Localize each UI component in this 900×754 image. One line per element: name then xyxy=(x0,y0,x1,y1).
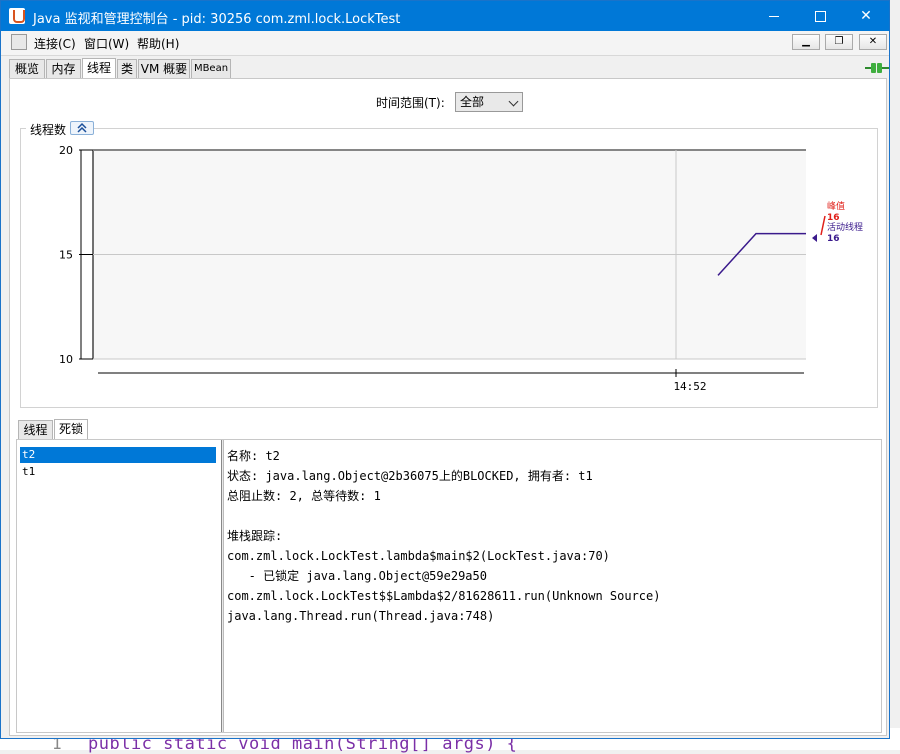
restore-icon: ❐ xyxy=(834,36,844,47)
close-icon: ✕ xyxy=(868,36,878,47)
inner-minimize-button[interactable]: ▁ xyxy=(792,34,820,50)
detail-counts: 总阻止数: 2, 总等待数: 1 xyxy=(227,489,381,503)
jconsole-window: Java 监视和管理控制台 - pid: 30256 com.zml.lock.… xyxy=(0,0,890,739)
tab-memory[interactable]: 内存 xyxy=(46,59,81,78)
thread-count-chart: 10152014:52峰值16活动线程16 xyxy=(59,144,863,393)
tab-mbean[interactable]: MBean xyxy=(191,59,231,78)
thread-details: 名称: t2 状态: java.lang.Object@2b36075上的BLO… xyxy=(227,446,877,626)
menu-bar: 连接(C) 窗口(W) 帮助(H) ▁ ❐ ✕ xyxy=(1,31,889,56)
close-button[interactable]: ✕ xyxy=(843,1,889,31)
list-item-thread[interactable]: t1 xyxy=(20,464,216,480)
detail-name: 名称: t2 xyxy=(227,449,280,463)
y-tick-label: 10 xyxy=(59,353,73,366)
chevron-up-icon xyxy=(77,122,87,133)
java-app-icon xyxy=(9,8,25,24)
document-icon xyxy=(11,34,27,50)
minimize-icon xyxy=(769,15,779,17)
tab-threads[interactable]: 线程 xyxy=(82,58,116,79)
time-range-select[interactable]: 全部 xyxy=(455,92,523,112)
tab-classes[interactable]: 类 xyxy=(117,59,137,78)
stack-frame: com.zml.lock.LockTest.lambda$main$2(Lock… xyxy=(227,549,610,563)
title-bar[interactable]: Java 监视和管理控制台 - pid: 30256 com.zml.lock.… xyxy=(1,1,889,31)
detail-stack-header: 堆栈跟踪: xyxy=(227,529,283,543)
time-range-label: 时间范围(T): xyxy=(376,96,445,110)
legend-peak-pointer xyxy=(820,215,826,236)
split-pane-divider[interactable] xyxy=(221,440,224,732)
legend-live-marker xyxy=(812,234,817,242)
tab-vm-summary[interactable]: VM 概要 xyxy=(138,59,190,78)
minimize-icon: ▁ xyxy=(802,36,810,47)
detail-state: 状态: java.lang.Object@2b36075上的BLOCKED, 拥… xyxy=(227,469,593,483)
menu-window[interactable]: 窗口(W) xyxy=(84,35,129,52)
minimize-button[interactable] xyxy=(751,1,797,31)
chart-title: 线程数 xyxy=(26,121,71,138)
deadlock-panel: t2 t1 名称: t2 状态: java.lang.Object@2b3607… xyxy=(16,439,882,733)
inner-restore-button[interactable]: ❐ xyxy=(825,34,853,50)
inner-close-button[interactable]: ✕ xyxy=(859,34,887,50)
tab-thread-list[interactable]: 线程 xyxy=(18,420,53,439)
tab-overview[interactable]: 概览 xyxy=(9,59,45,78)
chevron-down-icon xyxy=(508,96,519,107)
connection-status-icon xyxy=(865,63,889,73)
close-icon: ✕ xyxy=(860,8,872,24)
maximize-button[interactable] xyxy=(797,1,843,31)
y-tick-label: 20 xyxy=(59,144,73,157)
stack-frame: java.lang.Thread.run(Thread.java:748) xyxy=(227,609,495,623)
menu-connection[interactable]: 连接(C) xyxy=(34,35,76,52)
time-range-value: 全部 xyxy=(460,95,485,109)
legend-peak-label: 峰值 xyxy=(827,200,845,212)
y-tick-label: 15 xyxy=(59,249,73,262)
tab-deadlock[interactable]: 死锁 xyxy=(54,419,88,440)
detail-blank xyxy=(227,506,877,526)
collapse-chart-button[interactable] xyxy=(70,121,94,135)
stack-lock-info: - 已锁定 java.lang.Object@59e29a50 xyxy=(227,569,487,583)
legend-live-label: 活动线程 xyxy=(827,221,863,233)
threads-panel: 时间范围(T): 全部 10 15 20 14:52 峰值 16 活动线程 16 线程数 线程… xyxy=(9,78,887,736)
window-title: Java 监视和管理控制台 - pid: 30256 com.zml.lock.… xyxy=(33,12,401,27)
maximize-icon xyxy=(814,10,826,22)
stack-frame: com.zml.lock.LockTest$$Lambda$2/81628611… xyxy=(227,589,661,603)
menu-help[interactable]: 帮助(H) xyxy=(137,35,179,52)
x-tick-label: 14:52 xyxy=(673,380,706,393)
list-item-thread[interactable]: t2 xyxy=(20,447,216,463)
legend-peak-value: 16 xyxy=(827,213,840,223)
thread-list[interactable]: t2 t1 xyxy=(17,440,221,732)
legend-live-value: 16 xyxy=(827,234,840,244)
